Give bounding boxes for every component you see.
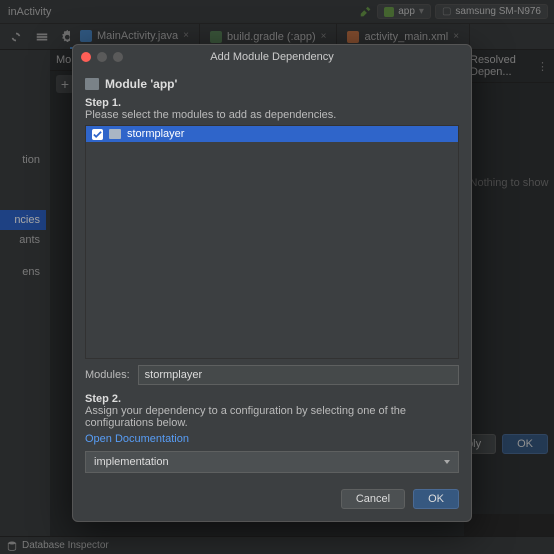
checkbox-checked-icon[interactable] xyxy=(92,129,103,140)
zoom-window-icon[interactable] xyxy=(113,52,123,62)
minimize-window-icon[interactable] xyxy=(97,52,107,62)
cancel-button[interactable]: Cancel xyxy=(341,489,405,509)
step1-text: Please select the modules to add as depe… xyxy=(85,109,459,121)
configuration-value: implementation xyxy=(94,456,169,468)
close-window-icon[interactable] xyxy=(81,52,91,62)
add-module-dependency-dialog: Add Module Dependency Module 'app' Step … xyxy=(72,44,472,522)
step2-text: Assign your dependency to a configuratio… xyxy=(85,405,459,429)
ok-button[interactable]: OK xyxy=(413,489,459,509)
configuration-select[interactable]: implementation xyxy=(85,451,459,473)
dialog-title: Add Module Dependency xyxy=(210,51,334,63)
module-list[interactable]: stormplayer xyxy=(85,125,459,359)
open-documentation-link[interactable]: Open Documentation xyxy=(85,433,459,445)
module-folder-icon xyxy=(109,129,121,139)
module-list-item[interactable]: stormplayer xyxy=(86,126,458,142)
modules-label: Modules: xyxy=(85,369,130,381)
dialog-titlebar[interactable]: Add Module Dependency xyxy=(73,45,471,69)
chevron-down-icon xyxy=(444,460,450,464)
module-name: Module 'app' xyxy=(105,77,177,91)
modules-input[interactable] xyxy=(138,365,459,385)
step2-label: Step 2. xyxy=(85,393,459,405)
module-icon xyxy=(85,78,99,90)
step1-label: Step 1. xyxy=(85,97,459,109)
module-item-label: stormplayer xyxy=(127,128,184,140)
